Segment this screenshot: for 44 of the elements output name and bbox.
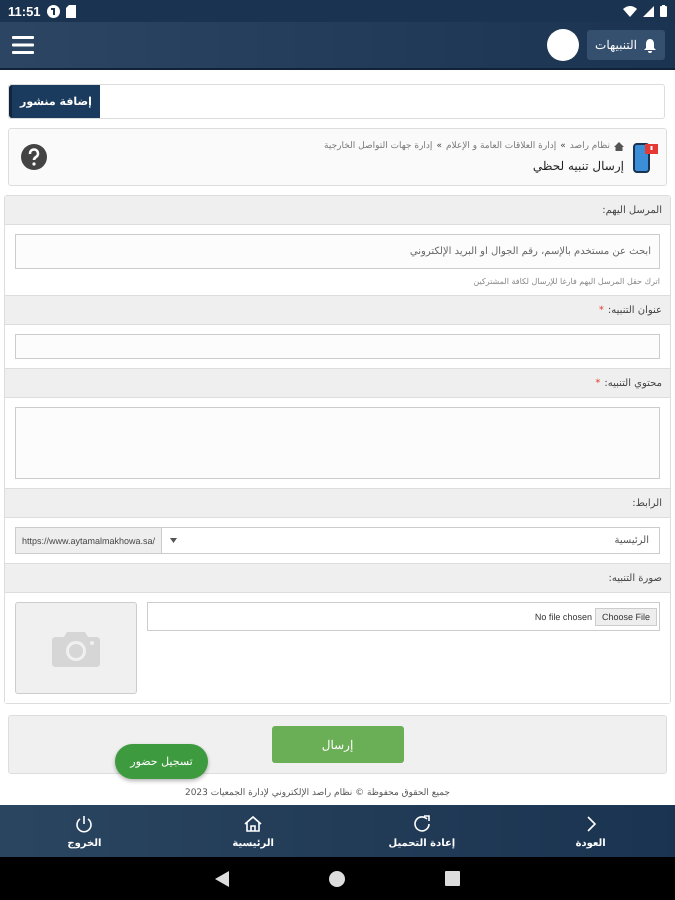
title-field[interactable] (15, 334, 660, 359)
power-icon (74, 814, 94, 834)
home-icon (243, 814, 264, 834)
notification-icon (46, 4, 60, 18)
choose-file-button[interactable]: Choose File (594, 608, 657, 626)
attendance-button[interactable]: تسجيل حضور (115, 744, 208, 779)
field-label: المرسل اليهم: (602, 204, 662, 216)
phone-alert-icon (632, 141, 658, 173)
required-mark: * (595, 378, 600, 388)
copyright-text: جميع الحقوق محفوظة © نظام راصد الإلكتروني لإدارة الجمعيات 2023 (184, 788, 451, 798)
notifications-button[interactable]: التنبيهات (587, 30, 665, 60)
field-label: عنوان التنبيه: (608, 304, 662, 316)
status-time: 11:51 (8, 4, 41, 18)
nav-item[interactable]: إعادة التحميل (362, 814, 482, 848)
back-icon[interactable] (215, 870, 229, 886)
breadcrumb-link[interactable]: إدارة جهات التواصل الخارجية (324, 141, 432, 151)
breadcrumb-link[interactable]: إدارة العلاقات العامة و الإعلام (446, 141, 556, 151)
field-label: محتوي التنبيه: (604, 378, 662, 388)
field-hint: اترك حقل المرسل اليهم فارغا للإرسال لكافة المشتركين (472, 277, 660, 286)
nav-item[interactable]: الخروج (24, 814, 144, 848)
sd-card-icon (66, 4, 76, 18)
signal-icon (643, 6, 654, 16)
home-icon[interactable] (329, 870, 345, 886)
reload-icon (412, 814, 432, 834)
add-post-button[interactable]: إضافة منشور (9, 85, 100, 118)
wifi-icon (623, 6, 637, 16)
battery-icon (660, 5, 667, 17)
field-label: صورة التنبيه: (608, 572, 662, 584)
file-status: No file chosen (534, 612, 592, 622)
recipient-search-field[interactable]: ابحث عن مستخدم بالإسم، رقم الجوال او البريد الإلكتروني (15, 234, 660, 269)
content-field[interactable] (15, 407, 660, 479)
page-title: إرسال تنبيه لحظي (532, 159, 624, 173)
breadcrumb-link[interactable]: نظام راصد (570, 141, 610, 151)
help-icon[interactable] (21, 144, 47, 170)
avatar[interactable] (547, 29, 580, 61)
nav-item[interactable]: العودة (530, 814, 651, 848)
required-mark: * (598, 304, 604, 316)
bell-icon (643, 38, 657, 52)
field-label: الرابط: (632, 498, 662, 508)
home-icon (614, 142, 624, 150)
breadcrumb-separator: » (560, 141, 566, 151)
nav-item[interactable]: الرئيسية (193, 814, 314, 848)
breadcrumb-separator: » (436, 141, 442, 151)
menu-icon[interactable] (12, 36, 34, 54)
